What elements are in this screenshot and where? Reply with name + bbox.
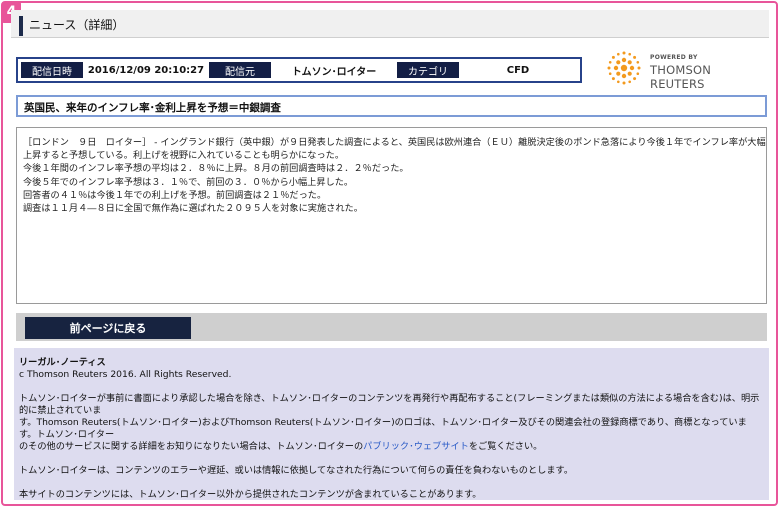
date-value: 2016/12/09 20:10:27 — [87, 64, 205, 76]
source-label: 配信元 — [209, 62, 271, 78]
thomson-reuters-logo: POWERED BY THOMSON REUTERS — [606, 50, 766, 91]
public-website-link[interactable]: パブリック･ウェブサイト — [363, 441, 469, 452]
date-label: 配信日時 — [21, 62, 83, 78]
legal-text: をご覧ください。 — [468, 441, 543, 452]
article-line: 調査は１１月４―８日に全国で無作為に選ばれた２０９５人を対象に実施された。 — [23, 203, 363, 215]
category-value: CFD — [506, 64, 530, 76]
article-line: 上昇すると予想している。利上げを視野に入れていることも明らかになった。 — [23, 150, 345, 162]
legal-heading: リーガル･ノーティス — [19, 357, 106, 368]
article-line: 今後１年間のインフレ率予想の平均は２．８％に上昇。８月の前回調査時は２．２％だっ… — [23, 163, 409, 175]
legal-text: のその他のサービスに関する詳細をお知りになりたい場合は、トムソン･ロイターの — [19, 441, 364, 452]
legal-paragraph-line: トムソン･ロイターが事前に書面により承認した場合を除き、トムソン･ロイターのコン… — [19, 393, 760, 416]
title-bar: ニュース（詳細） — [11, 10, 769, 38]
legal-disclaimer: トムソン･ロイターは、コンテンツのエラーや遅延、或いは情報に依拠してなされた行為… — [19, 465, 574, 476]
legal-paragraph-line: す。Thomson Reuters(トムソン･ロイター)およびThomson R… — [19, 417, 747, 440]
article-line: ［ロンドン ９日 ロイター］ - イングランド銀行（英中銀）が９日発表した調査に… — [23, 137, 767, 148]
article-line: 回答者の４１％は今後１年での利上げを予想。前回調査は２１％だった。 — [23, 189, 327, 201]
article-line: 今後５年でのインフレ率予想は３．１％で、前回の３．０％から小幅上昇した。 — [23, 176, 354, 188]
news-headline: 英国民、来年のインフレ率･金利上昇を予想＝中銀調査 — [16, 95, 767, 117]
legal-paragraph-line: のその他のサービスに関する詳細をお知りになりたい場合は、トムソン･ロイターのパブ… — [19, 441, 764, 453]
news-meta-bar: 配信日時 2016/12/09 20:10:27 配信元 トムソン･ロイター カ… — [16, 57, 582, 83]
source-value: トムソン･ロイター — [291, 66, 377, 78]
legal-notice: リーガル･ノーティス c Thomson Reuters 2016. All R… — [14, 348, 769, 500]
thomson-reuters-logo-mark-icon — [607, 51, 641, 85]
logo-brand-name: THOMSON REUTERS — [650, 63, 712, 91]
title-accent-bar — [19, 16, 23, 36]
category-label: カテゴリ — [397, 62, 459, 78]
legal-third-party-note: 本サイトのコンテンツには、トムソン･ロイター以外から提供されたコンテンツが含まれ… — [19, 489, 482, 500]
page-title: ニュース（詳細） — [29, 18, 125, 32]
back-button[interactable]: 前ページに戻る — [25, 317, 191, 339]
article-body[interactable]: ［ロンドン ９日 ロイター］ - イングランド銀行（英中銀）が９日発表した調査に… — [16, 127, 767, 304]
logo-powered-by: POWERED BY — [650, 54, 698, 61]
legal-copyright: c Thomson Reuters 2016. All Rights Reser… — [19, 369, 232, 380]
